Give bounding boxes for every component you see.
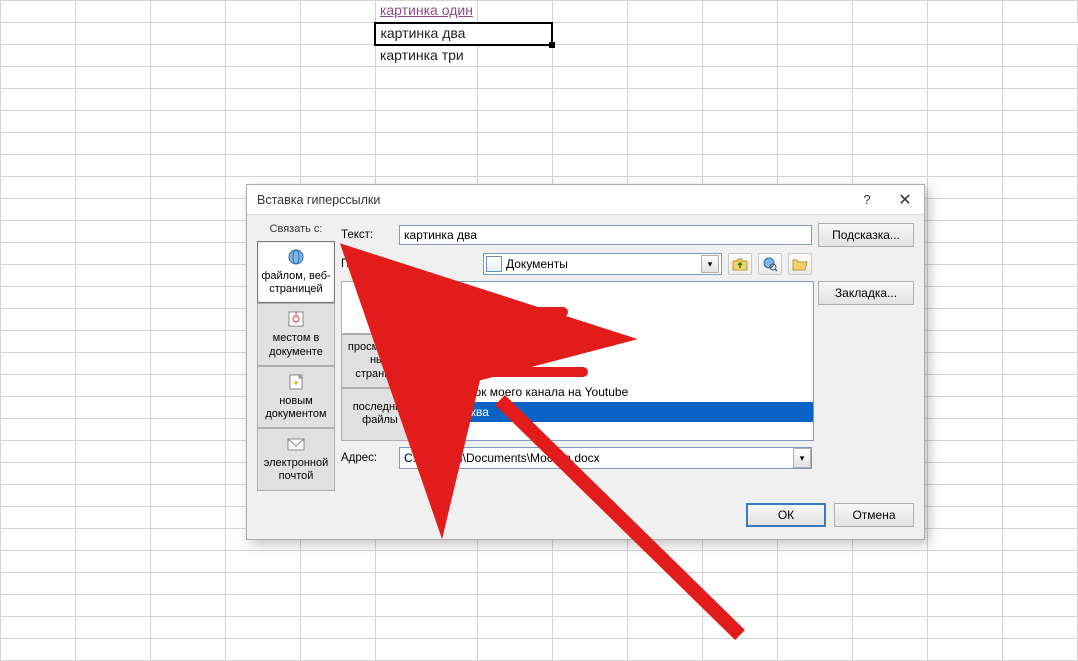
cell-selected[interactable]: картинка два — [375, 23, 552, 45]
folder-icon — [428, 304, 444, 320]
app-icon — [428, 344, 444, 360]
chevron-down-icon[interactable]: ▾ — [793, 448, 811, 468]
up-one-level-button[interactable] — [728, 253, 752, 275]
display-text-input[interactable] — [399, 225, 812, 245]
cell-link-3[interactable]: картинка три — [375, 45, 477, 67]
close-icon: ✕ — [898, 190, 911, 210]
word-doc-icon: W — [428, 364, 444, 380]
screen-tip-button[interactable]: Подсказка... — [818, 223, 914, 247]
look-in-value: Документы — [502, 257, 701, 271]
main-panel: Текст: Подсказка... Папка: Документы ▾ — [341, 223, 914, 491]
link-to-icon — [286, 248, 306, 266]
cell-link-1[interactable]: картинка один — [375, 1, 477, 23]
file-item[interactable]: OFFICE14 — [424, 342, 813, 362]
address-label: Адрес: — [341, 452, 393, 464]
folder-label: Папка: — [341, 258, 393, 270]
svg-text:✦: ✦ — [292, 378, 300, 388]
browse-tabs: текущаяпапкапросмотрен-ные страницыпосле… — [341, 281, 419, 441]
folder-up-icon — [732, 257, 748, 271]
svg-text:W: W — [432, 368, 441, 378]
browse-tab-1[interactable]: просмотрен-ные страницы — [341, 334, 419, 387]
link-to-icon — [286, 310, 306, 328]
svg-text:W: W — [432, 388, 441, 398]
file-name: Значок моего канала на Youtube — [448, 385, 628, 399]
chevron-down-icon[interactable]: ▾ — [701, 255, 719, 273]
archive-icon — [428, 324, 444, 340]
link-to-label: Связать с: — [257, 223, 335, 235]
look-in-combo[interactable]: Документы ▾ — [483, 253, 722, 275]
link-to-option-0[interactable]: файлом, веб-страницей — [257, 241, 335, 303]
dialog-footer: ОК Отмена — [247, 503, 924, 539]
link-to-option-2[interactable]: ✦новымдокументом — [257, 366, 335, 428]
redacted-label — [448, 367, 588, 377]
cancel-button[interactable]: Отмена — [834, 503, 914, 527]
file-list[interactable]: oCamcisco7911sccpOFFICE14WWЗначок моего … — [423, 281, 814, 441]
folder-open-icon — [792, 257, 808, 271]
cell-text: картинка три — [376, 47, 468, 63]
file-name: oCam — [448, 285, 480, 299]
browse-tab-0[interactable]: текущаяпапка — [341, 281, 419, 334]
documents-icon — [486, 256, 502, 272]
ok-button[interactable]: ОК — [746, 503, 826, 527]
file-item[interactable] — [424, 302, 813, 322]
dialog-titlebar[interactable]: Вставка гиперссылки ? ✕ — [247, 185, 924, 215]
link-to-option-3[interactable]: электроннойпочтой — [257, 428, 335, 490]
dialog-title: Вставка гиперссылки — [257, 193, 848, 207]
file-item[interactable]: W Значок моего канала на Youtube — [424, 382, 813, 402]
browse-web-button[interactable] — [758, 253, 782, 275]
file-item[interactable]: W Москва — [424, 402, 813, 422]
folder-icon — [428, 284, 444, 300]
file-item[interactable]: cisco7911sccp — [424, 322, 813, 342]
word-doc-icon: W — [428, 384, 444, 400]
browse-tab-2[interactable]: последниефайлы — [341, 388, 419, 441]
link-to-icon: ✦ — [286, 373, 306, 391]
cell-text: картинка два — [376, 25, 469, 41]
link-to-panel: Связать с: файлом, веб-страницейместом в… — [257, 223, 335, 491]
bookmark-button[interactable]: Закладка... — [818, 281, 914, 305]
text-label: Текст: — [341, 229, 393, 241]
file-item[interactable]: W — [424, 362, 813, 382]
address-input[interactable] — [400, 448, 793, 468]
help-button[interactable]: ? — [848, 185, 886, 215]
word-doc-icon: W — [428, 404, 444, 420]
link-to-option-1[interactable]: местом вдокументе — [257, 303, 335, 365]
close-button[interactable]: ✕ — [886, 185, 924, 215]
cell-text: картинка один — [376, 2, 477, 18]
file-name: OFFICE14 — [448, 345, 505, 359]
svg-text:W: W — [432, 408, 441, 418]
browse-file-button[interactable] — [788, 253, 812, 275]
file-item[interactable]: oCam — [424, 282, 813, 302]
link-to-icon — [286, 435, 306, 453]
insert-hyperlink-dialog: Вставка гиперссылки ? ✕ Связать с: файло… — [246, 184, 925, 540]
globe-search-icon — [762, 256, 778, 272]
redacted-label — [448, 307, 568, 317]
file-name: cisco7911sccp — [448, 325, 526, 339]
file-name: Москва — [448, 405, 489, 419]
